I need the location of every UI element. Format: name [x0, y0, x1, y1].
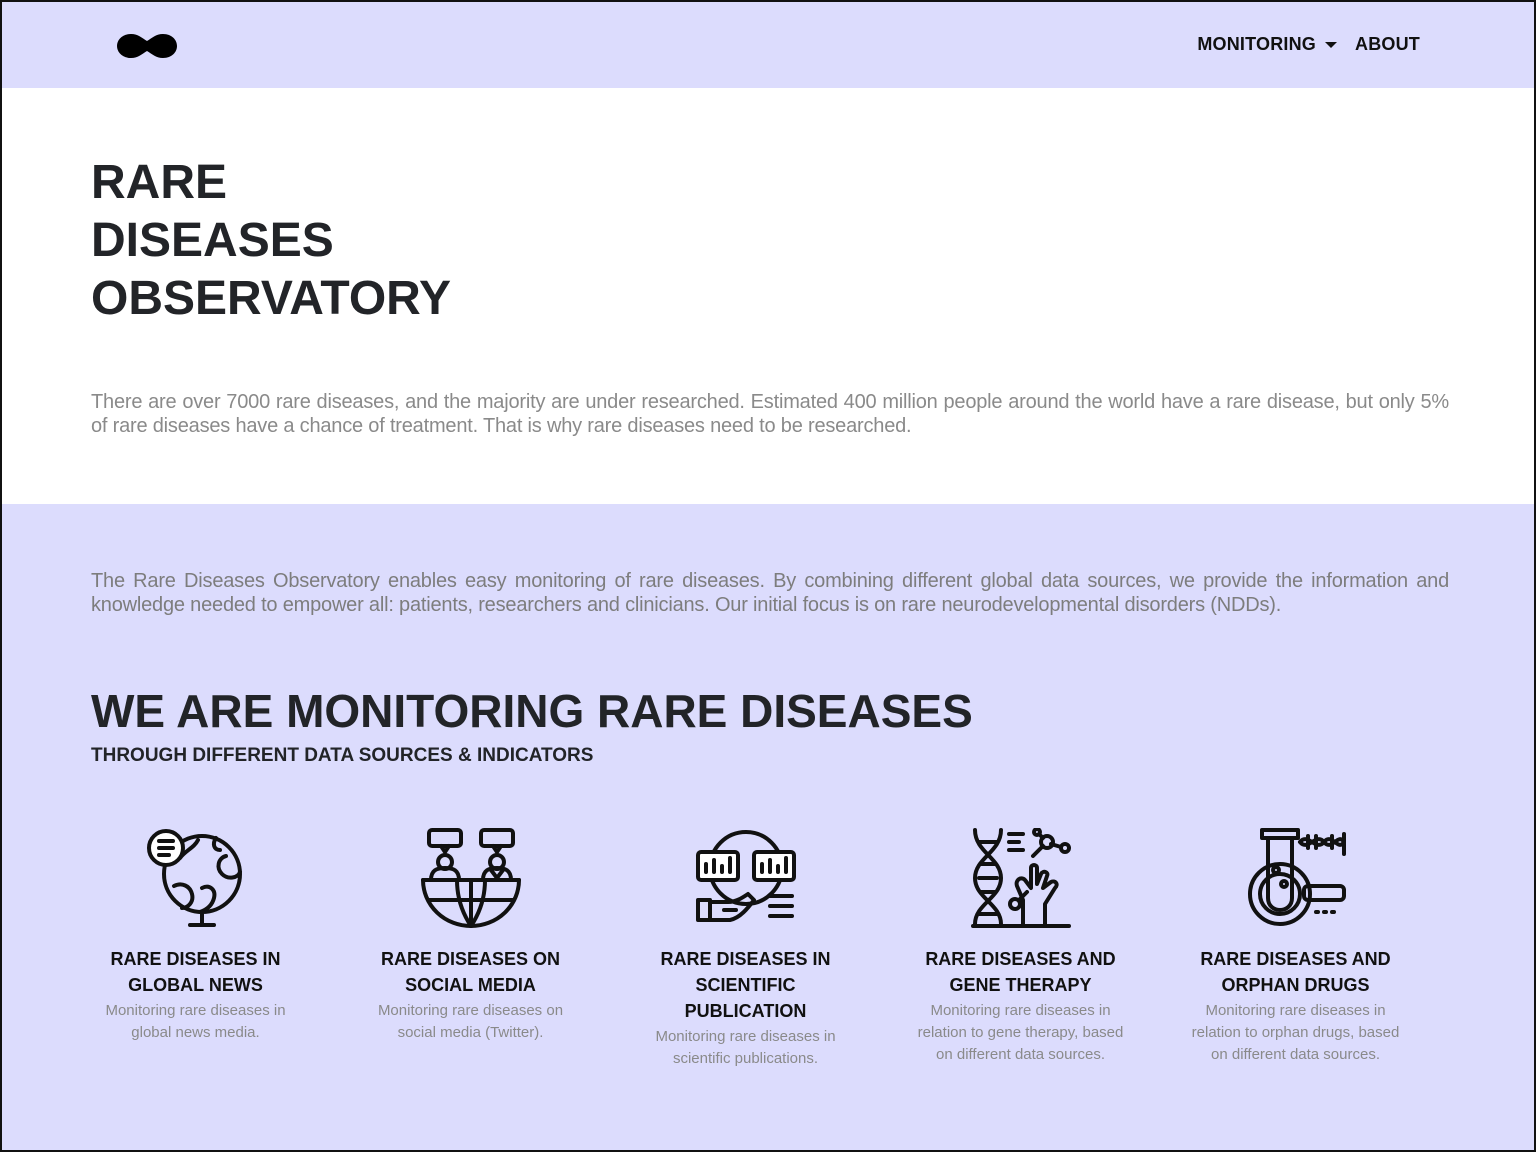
card-title: RARE DISEASES IN GLOBAL NEWS [91, 946, 300, 998]
section-subtitle: THROUGH DIFFERENT DATA SOURCES & INDICAT… [91, 745, 594, 766]
section-title: WE ARE MONITORING RARE DISEASES [91, 685, 973, 737]
card-title-line: ORPHAN DRUGS [1221, 975, 1370, 995]
card-description: Monitoring rare diseases in global news … [105, 1002, 286, 1041]
nav-about-link[interactable]: ABOUT [1355, 34, 1420, 55]
hero-description: There are over 7000 rare diseases, and t… [91, 391, 1449, 437]
card-description: Monitoring rare diseases in relation to … [917, 1002, 1124, 1063]
page-title-line: DISEASES [91, 214, 334, 267]
page-frame: MONITORING ABOUT RARE DISEASES OBSERVATO… [0, 0, 1536, 1152]
card-title-line: RARE DISEASES AND [925, 949, 1116, 969]
dna-gene-therapy-icon [970, 828, 1071, 928]
card-title-line: RARE DISEASES IN [110, 949, 281, 969]
card-description: Monitoring rare diseases in relation to … [1191, 1002, 1400, 1063]
card-title-line: SCIENTIFIC PUBLICATION [684, 975, 807, 1021]
nav-monitoring-dropdown[interactable]: MONITORING [1197, 34, 1337, 55]
card-title: RARE DISEASES AND ORPHAN DRUGS [1191, 946, 1400, 998]
card-title-line: SOCIAL MEDIA [405, 975, 536, 995]
nav-monitoring-label: MONITORING [1197, 34, 1316, 54]
card-social-media[interactable]: RARE DISEASES ON SOCIAL MEDIA Monitoring… [366, 828, 575, 1070]
card-title-line: GLOBAL NEWS [128, 975, 263, 995]
page-title-line: RARE [91, 156, 228, 209]
card-gene-therapy[interactable]: RARE DISEASES AND GENE THERAPY Monitorin… [916, 828, 1125, 1070]
card-orphan-drugs[interactable]: RARE DISEASES AND ORPHAN DRUGS Monitorin… [1191, 828, 1400, 1070]
card-scientific-publication[interactable]: RARE DISEASES IN SCIENTIFIC PUBLICATION … [641, 828, 850, 1070]
social-media-icon [420, 828, 521, 928]
card-title-line: RARE DISEASES ON [380, 949, 561, 969]
card-description: Monitoring rare diseases in scientific p… [655, 1028, 836, 1067]
hero-section: RARE DISEASES OBSERVATORY There are over… [2, 88, 1534, 504]
nav-menu: MONITORING ABOUT [1197, 34, 1420, 55]
card-description: Monitoring rare diseases on social media… [377, 1002, 564, 1041]
publication-search-icon [695, 830, 796, 922]
orphan-drug-test-tube-icon [1247, 828, 1346, 926]
globe-news-icon [146, 829, 242, 927]
card-global-news[interactable]: RARE DISEASES IN GLOBAL NEWS Monitoring … [91, 828, 300, 1070]
card-title: RARE DISEASES IN SCIENTIFIC PUBLICATION [641, 946, 850, 1024]
card-title: RARE DISEASES AND GENE THERAPY [916, 946, 1125, 998]
caret-down-icon [1325, 42, 1337, 48]
monitoring-section: The Rare Diseases Observatory enables ea… [2, 504, 1534, 1150]
logo-icon[interactable] [116, 31, 178, 61]
card-title-line: RARE DISEASES IN [660, 949, 831, 969]
card-title: RARE DISEASES ON SOCIAL MEDIA [366, 946, 575, 998]
nav-about-label: ABOUT [1355, 34, 1420, 54]
card-title-line: GENE THERAPY [949, 975, 1092, 995]
monitoring-cards: RARE DISEASES IN GLOBAL NEWS Monitoring … [91, 828, 1465, 1070]
page-title: RARE DISEASES OBSERVATORY [91, 154, 451, 328]
page-title-line: OBSERVATORY [91, 272, 452, 325]
observatory-intro: The Rare Diseases Observatory enables ea… [91, 570, 1449, 616]
navbar: MONITORING ABOUT [2, 2, 1534, 88]
card-title-line: RARE DISEASES AND [1200, 949, 1391, 969]
